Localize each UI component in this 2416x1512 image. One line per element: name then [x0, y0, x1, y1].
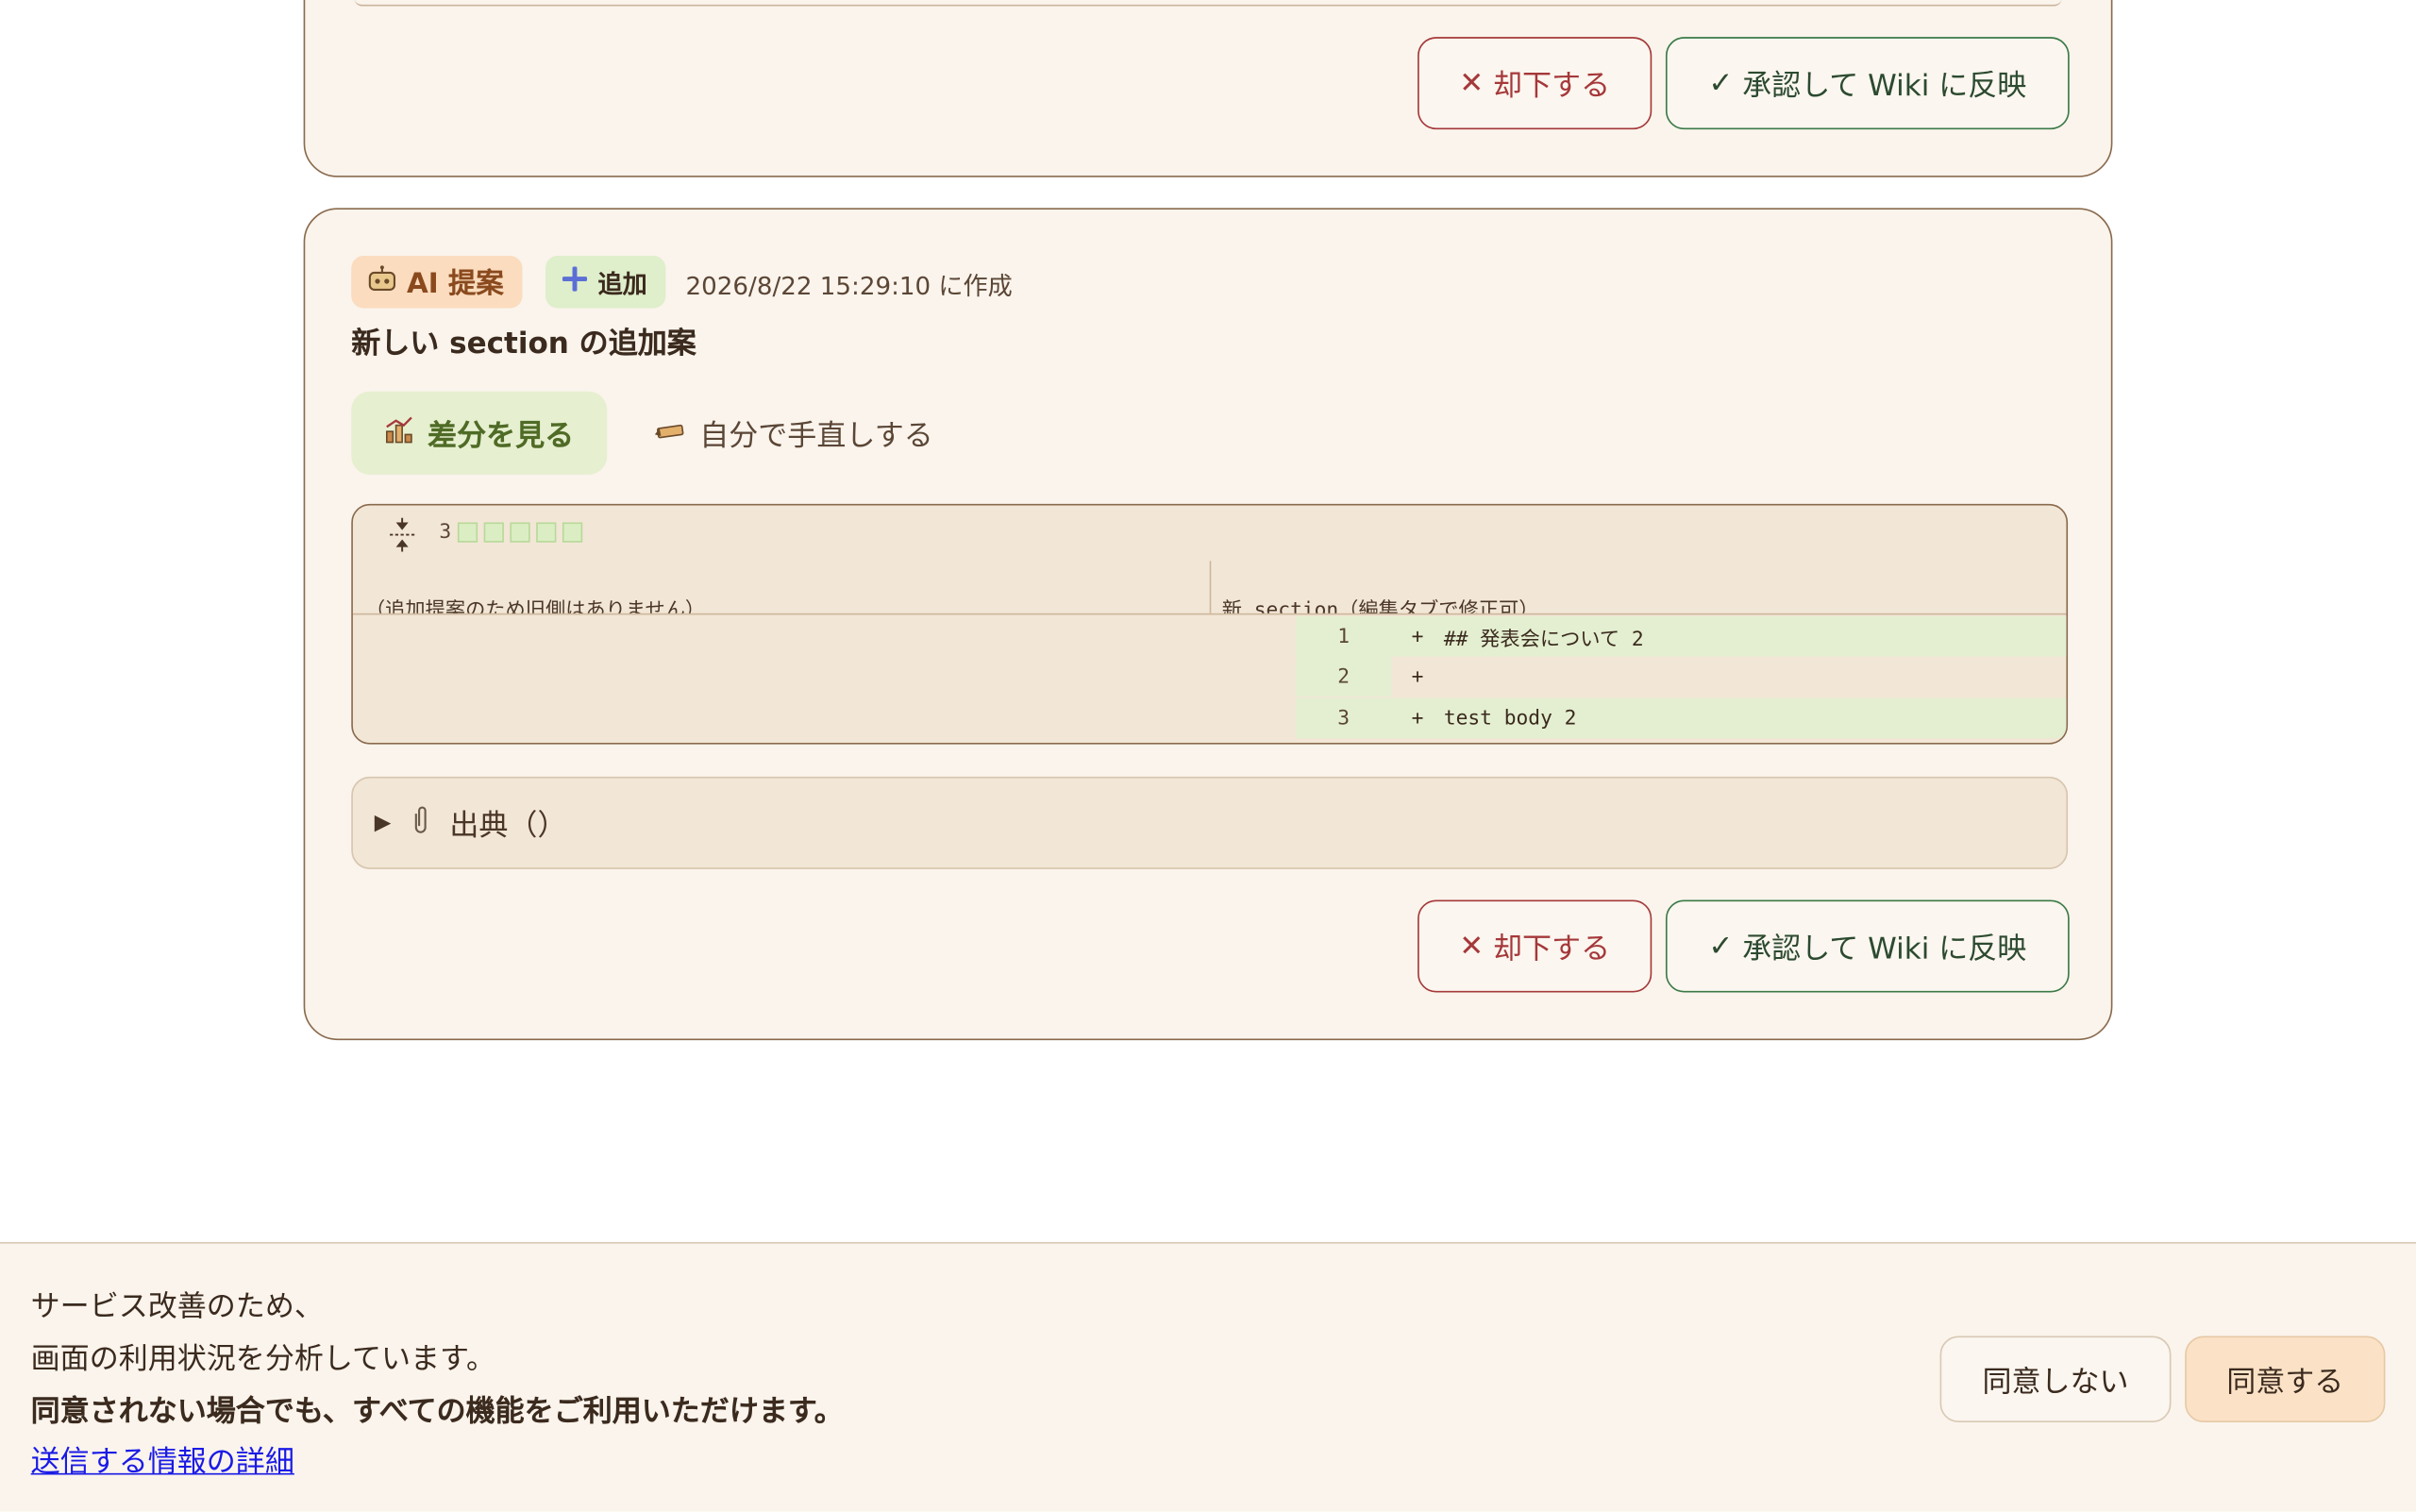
pencil-icon — [653, 416, 687, 450]
tab-manual-edit[interactable]: 自分で手直しする — [653, 407, 933, 460]
accept-button[interactable]: 同意する — [2185, 1336, 2386, 1422]
diff-line-code: + ## 発表会について 2 — [1391, 616, 2067, 657]
diff-add-marker — [562, 522, 582, 543]
paperclip-icon — [410, 803, 431, 842]
consent-text-bold: 同意されない場合でも、すべての機能をご利用いただけます。 — [30, 1394, 844, 1429]
proposal-card-previous: ✕ 却下する ✓ 承認して Wiki に反映 — [303, 0, 2113, 177]
consent-details-link[interactable]: 送信する情報の詳細 — [31, 1445, 294, 1479]
close-icon: ✕ — [1459, 66, 1485, 101]
expand-icon[interactable] — [387, 517, 418, 558]
proposal-title: 新しい section の追加案 — [351, 327, 696, 361]
decline-button[interactable]: 同意しない — [1939, 1336, 2172, 1422]
diff-line-number: 2 — [1296, 656, 1392, 697]
reject-button[interactable]: ✕ 却下する — [1418, 899, 1653, 993]
chart-icon — [384, 413, 415, 452]
diff-line-code: + — [1411, 664, 1424, 689]
diff-old-header: （追加提案のため旧側はありません） — [364, 599, 706, 613]
diff-line-number: 1 — [1296, 616, 1392, 657]
robot-icon — [367, 264, 398, 300]
diff-header-rule — [352, 613, 2067, 615]
diff-line-code: + test body 2 — [1391, 697, 2067, 739]
sources-toggle[interactable]: ▶ 出典（） — [351, 776, 2069, 869]
card-divider — [354, 0, 2062, 7]
diff-change-count: 3 — [439, 521, 582, 544]
consent-details-link-wrap: 送信する情報の詳細 — [31, 1439, 294, 1481]
tab-view-diff[interactable]: 差分を見る — [351, 391, 608, 475]
add-type-badge: 追加 — [545, 256, 666, 309]
triangle-right-icon: ▶ — [374, 810, 392, 835]
reject-button[interactable]: ✕ 却下する — [1418, 37, 1653, 130]
created-timestamp: 2026/8/22 15:29:10 に作成 — [685, 271, 1013, 301]
ai-proposal-badge: AI 提案 — [351, 256, 523, 309]
proposal-card: AI 提案 追加 2026/8/22 15:29:10 に作成 新しい sect… — [303, 208, 2113, 1041]
diff-new-header: 新 section（編集タブで修正可） — [1221, 599, 1539, 613]
check-icon: ✓ — [1708, 929, 1734, 964]
diff-row: 3 + test body 2 — [1296, 697, 2067, 739]
consent-text-line: サービス改善のため、 — [30, 1289, 324, 1324]
page: ✕ 却下する ✓ 承認して Wiki に反映 AI 提案 追加 2026/8/2… — [0, 0, 2416, 1512]
check-icon: ✓ — [1708, 66, 1734, 101]
diff-add-marker — [457, 522, 478, 543]
consent-banner: サービス改善のため、 画面の利用状況を分析しています。 同意されない場合でも、す… — [0, 1241, 2416, 1512]
diff-add-marker — [535, 522, 557, 543]
plus-icon — [561, 265, 588, 299]
diff-add-marker — [510, 522, 530, 543]
approve-button[interactable]: ✓ 承認して Wiki に反映 — [1665, 899, 2070, 993]
approve-button[interactable]: ✓ 承認して Wiki に反映 — [1665, 37, 2070, 130]
close-icon: ✕ — [1459, 929, 1485, 964]
diff-column-divider — [1209, 561, 1212, 613]
diff-row: 2 + — [1296, 656, 2066, 697]
diff-line-number: 3 — [1296, 697, 1392, 739]
consent-text-line: 画面の利用状況を分析しています。 — [30, 1342, 495, 1377]
diff-row: 1 + ## 発表会について 2 — [1296, 616, 2067, 657]
diff-viewer: 3 （追加提案のため旧側はありません） 新 section（編集タブで修正可） … — [351, 503, 2069, 745]
diff-add-marker — [483, 522, 504, 543]
